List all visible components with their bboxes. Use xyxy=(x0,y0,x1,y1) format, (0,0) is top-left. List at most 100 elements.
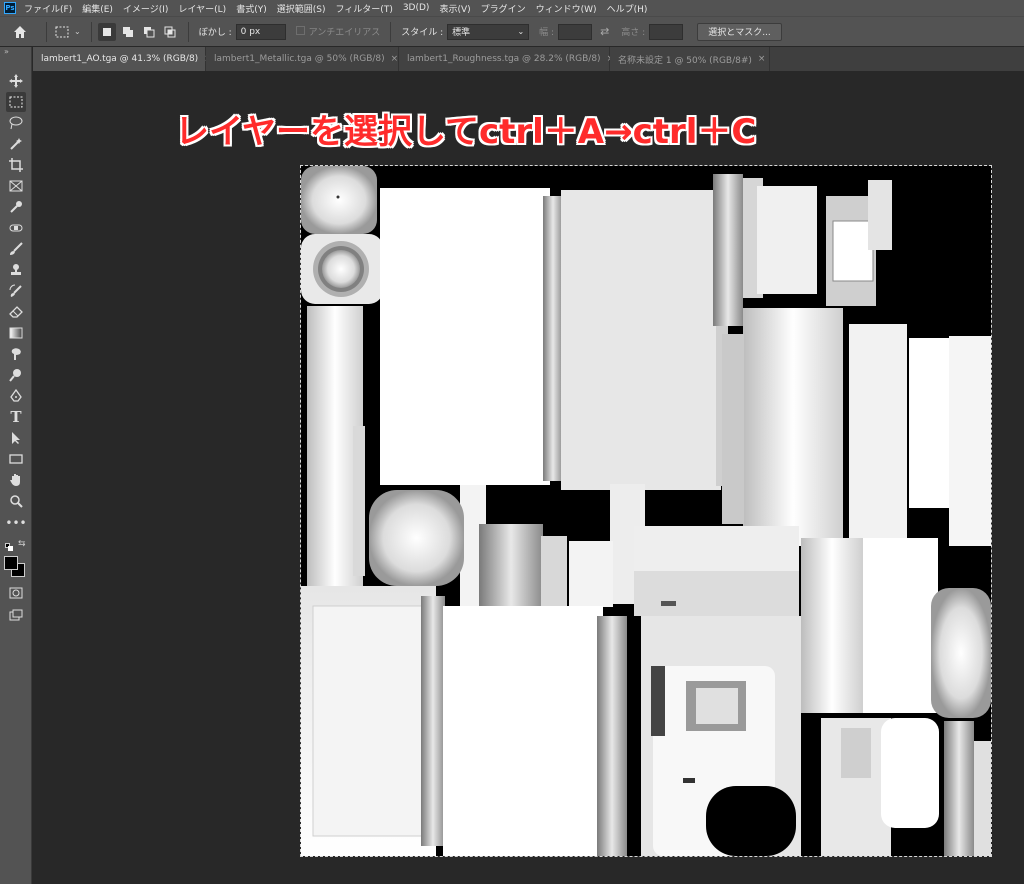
tab-label: lambert1_AO.tga @ 41.3% (RGB/8) xyxy=(41,54,199,64)
eyedropper-icon xyxy=(10,201,22,213)
document-tabs: lambert1_AO.tga @ 41.3% (RGB/8)× lambert… xyxy=(33,47,1024,71)
photoshop-logo-icon: Ps xyxy=(4,2,16,14)
style-select[interactable]: 標準 ⌄ xyxy=(447,23,530,40)
brush-tool[interactable] xyxy=(6,239,26,259)
feather-label: ぼかし : xyxy=(198,28,232,38)
menu-layer[interactable]: レイヤー(L) xyxy=(178,2,226,15)
crop-tool[interactable] xyxy=(6,155,26,175)
menu-filter[interactable]: フィルター(T) xyxy=(335,2,392,15)
antialias-label: アンチエイリアス xyxy=(308,28,381,38)
style-value: 標準 xyxy=(452,28,471,38)
eraser-tool[interactable] xyxy=(6,302,26,322)
bandage-icon xyxy=(9,224,23,232)
antialias-checkbox-row[interactable]: アンチエイリアス xyxy=(295,25,381,38)
menu-view[interactable]: 表示(V) xyxy=(439,2,470,15)
new-selection-icon xyxy=(102,27,111,36)
tab-label: lambert1_Roughness.tga @ 28.2% (RGB/8) xyxy=(407,54,601,64)
tab-document[interactable]: lambert1_Roughness.tga @ 28.2% (RGB/8)× xyxy=(399,47,614,71)
foreground-color-swatch[interactable] xyxy=(4,556,18,570)
menu-file[interactable]: ファイル(F) xyxy=(24,2,72,15)
clone-stamp-tool[interactable] xyxy=(6,260,26,280)
frame-tool[interactable] xyxy=(6,176,26,196)
menu-help[interactable]: ヘルプ(H) xyxy=(607,2,648,15)
separator xyxy=(90,21,92,42)
pen-tool[interactable] xyxy=(6,386,26,406)
rect-marquee-icon xyxy=(9,96,23,108)
menu-edit[interactable]: 編集(E) xyxy=(82,2,113,15)
home-button[interactable] xyxy=(0,25,40,39)
ao-texture-image xyxy=(301,166,991,856)
crop-icon xyxy=(9,158,23,172)
feather-input[interactable]: 0 px xyxy=(235,23,286,40)
history-brush-icon xyxy=(9,284,22,297)
swap-dimensions-icon[interactable]: ⇄ xyxy=(600,25,609,38)
rect-marquee-tool[interactable] xyxy=(6,92,26,112)
height-input[interactable] xyxy=(649,23,684,40)
move-tool[interactable] xyxy=(6,71,26,91)
history-brush-tool[interactable] xyxy=(6,281,26,301)
new-selection-button[interactable] xyxy=(97,22,116,41)
chevron-down-icon: ⌄ xyxy=(517,27,525,36)
hand-tool[interactable] xyxy=(6,470,26,490)
add-selection-icon xyxy=(122,26,133,37)
add-selection-button[interactable] xyxy=(119,23,137,41)
rectangle-tool[interactable] xyxy=(6,449,26,469)
default-colors-icon[interactable] xyxy=(5,543,13,551)
more-tools-button[interactable]: ••• xyxy=(5,513,27,533)
document-canvas[interactable] xyxy=(301,166,991,856)
gradient-tool[interactable] xyxy=(6,323,26,343)
eyedropper-tool[interactable] xyxy=(6,197,26,217)
type-tool[interactable]: T xyxy=(6,407,26,427)
lasso-icon xyxy=(9,116,23,130)
rect-marquee-icon xyxy=(55,26,69,37)
width-label: 幅 : xyxy=(539,28,555,38)
menu-bar: Ps ファイル(F) 編集(E) イメージ(I) レイヤー(L) 書式(Y) 選… xyxy=(0,0,1024,16)
marquee-preset-button[interactable] xyxy=(53,23,71,41)
chevron-down-icon[interactable]: ⌄ xyxy=(74,27,81,36)
tab-document[interactable]: 名称未設定 1 @ 50% (RGB/8#) × xyxy=(610,47,770,71)
tab-document[interactable]: lambert1_AO.tga @ 41.3% (RGB/8)× xyxy=(33,47,212,71)
screen-mode-icon xyxy=(9,609,23,621)
menu-type[interactable]: 書式(Y) xyxy=(236,2,267,15)
lasso-tool[interactable] xyxy=(6,113,26,133)
options-bar: ⌄ ぼかし : 0 px アンチエイリアス スタイル : 標準 ⌄ 幅 : ⇄ 高… xyxy=(0,16,1024,46)
ellipsis-icon: ••• xyxy=(5,516,27,530)
tab-document[interactable]: lambert1_Metallic.tga @ 50% (RGB/8) × xyxy=(206,47,399,71)
antialias-checkbox[interactable] xyxy=(295,26,305,35)
gradient-icon xyxy=(9,327,23,339)
brush-icon xyxy=(10,242,23,255)
smudge-tool[interactable] xyxy=(6,344,26,364)
select-and-mask-button[interactable]: 選択とマスク... xyxy=(697,22,782,41)
style-label: スタイル : xyxy=(401,28,444,38)
quick-mask-button[interactable] xyxy=(6,583,26,603)
collapse-panel-icon[interactable]: » xyxy=(0,47,31,59)
intersect-selection-icon xyxy=(164,26,176,37)
path-selection-tool[interactable] xyxy=(6,428,26,448)
eraser-icon xyxy=(9,306,23,318)
separator xyxy=(46,21,47,42)
separator xyxy=(390,21,392,42)
close-icon[interactable]: × xyxy=(758,54,766,64)
menu-image[interactable]: イメージ(I) xyxy=(123,2,169,15)
menu-3d[interactable]: 3D(D) xyxy=(403,3,430,13)
menu-plugins[interactable]: プラグイン xyxy=(481,2,526,15)
tools-panel: » T ••• ⇆ xyxy=(0,47,32,884)
hand-icon xyxy=(10,474,20,486)
subtract-selection-button[interactable] xyxy=(140,23,158,41)
width-input[interactable] xyxy=(558,23,593,40)
pen-icon xyxy=(10,389,22,402)
zoom-tool[interactable] xyxy=(6,491,26,511)
zoom-icon xyxy=(10,495,23,508)
intersect-selection-button[interactable] xyxy=(161,23,179,41)
tab-label: 名称未設定 1 @ 50% (RGB/8#) xyxy=(618,55,752,66)
dodge-tool[interactable] xyxy=(6,365,26,385)
swap-colors-icon[interactable]: ⇆ xyxy=(18,539,26,549)
screen-mode-button[interactable] xyxy=(6,605,26,625)
frame-icon xyxy=(9,180,23,192)
menu-select[interactable]: 選択範囲(S) xyxy=(277,2,326,15)
height-label: 高さ : xyxy=(621,28,646,38)
close-icon[interactable]: × xyxy=(391,54,399,64)
magic-wand-tool[interactable] xyxy=(6,134,26,154)
healing-brush-tool[interactable] xyxy=(6,218,26,238)
menu-window[interactable]: ウィンドウ(W) xyxy=(536,2,597,15)
